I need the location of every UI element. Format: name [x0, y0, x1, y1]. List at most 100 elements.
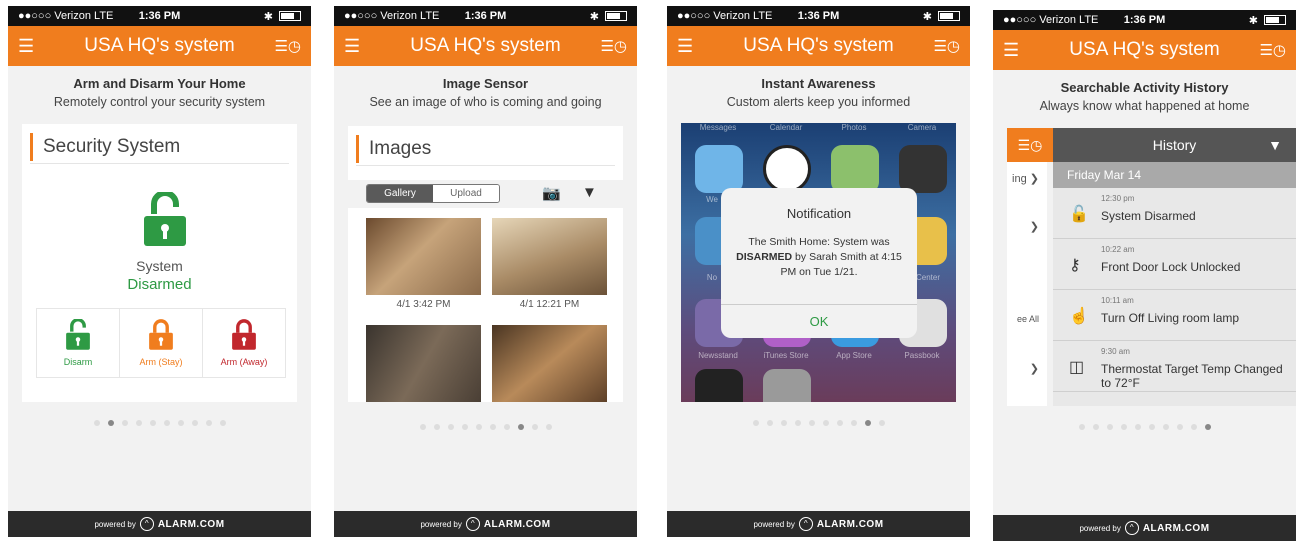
carrier-label: ●●○○○ Verizon LTE — [344, 10, 440, 22]
hand-icon: ☝ — [1069, 308, 1089, 325]
alerts-tab-icon[interactable]: ☰◷ — [1007, 128, 1053, 162]
page-dot[interactable] — [864, 420, 871, 426]
page-dot[interactable] — [1204, 424, 1211, 430]
alerts-icon[interactable]: ☰◷ — [600, 37, 627, 55]
phone-screen-notifications: ●●○○○ Verizon LTE 1:36 PM ✱ ☰ USA HQ's s… — [667, 6, 970, 537]
history-row[interactable]: ⚷ 10:22 am Front Door Lock Unlocked — [1053, 239, 1296, 290]
image-caption: 4/1 3:42 PM — [396, 299, 451, 310]
app-label: Photos — [841, 123, 867, 132]
brand-name: ALARM.COM — [1142, 522, 1210, 534]
arm-away-button[interactable]: Arm (Away) — [203, 309, 285, 377]
app-header: ☰ USA HQ's system ☰◷ — [993, 30, 1296, 70]
accent-bar — [356, 134, 359, 163]
page-dot[interactable] — [822, 420, 829, 426]
page-dot[interactable] — [1106, 424, 1113, 430]
ok-button[interactable]: OK — [721, 304, 917, 338]
menu-icon[interactable]: ☰ — [1003, 41, 1019, 59]
page-dot[interactable] — [531, 424, 538, 430]
page-dot[interactable] — [503, 424, 510, 430]
system-label: System — [136, 258, 183, 274]
alerts-icon[interactable]: ☰◷ — [1259, 41, 1286, 59]
page-dot[interactable] — [447, 424, 454, 430]
background-list: ing ❯ ❯ ee All ❯ — [1007, 162, 1047, 406]
brand-name: ALARM.COM — [816, 518, 884, 530]
page-dot[interactable] — [419, 424, 426, 430]
alerts-icon[interactable]: ☰◷ — [274, 37, 301, 55]
filter-icon[interactable]: ▼ — [582, 184, 597, 201]
page-dot[interactable] — [545, 424, 552, 430]
page-dot[interactable] — [433, 424, 440, 430]
page-dot[interactable] — [219, 420, 226, 426]
page-dot[interactable] — [177, 420, 184, 426]
alerts-icon[interactable]: ☰◷ — [933, 37, 960, 55]
app-label: Calendar — [769, 123, 803, 132]
page-dot[interactable] — [1176, 424, 1183, 430]
see-all-link[interactable]: ee All — [1007, 314, 1047, 324]
page-dots[interactable] — [667, 420, 970, 426]
battery-icon — [605, 11, 627, 21]
lock-icon — [149, 319, 173, 350]
page-dots[interactable] — [334, 424, 637, 430]
page-dot[interactable] — [205, 420, 212, 426]
camera-icon[interactable]: 📷 — [542, 184, 561, 202]
page-dot[interactable] — [107, 420, 114, 426]
page-dot[interactable] — [836, 420, 843, 426]
page-dot[interactable] — [780, 420, 787, 426]
page-dot[interactable] — [1148, 424, 1155, 430]
tab-upload[interactable]: Upload — [433, 185, 499, 202]
menu-icon[interactable]: ☰ — [344, 37, 360, 55]
page-dot[interactable] — [149, 420, 156, 426]
page-dot[interactable] — [475, 424, 482, 430]
history-row[interactable]: ☝ 10:11 am Turn Off Living room lamp — [1053, 290, 1296, 341]
side-list-item[interactable]: ing ❯ — [1007, 172, 1047, 185]
page-dot[interactable] — [808, 420, 815, 426]
page-dot[interactable] — [121, 420, 128, 426]
page-dot[interactable] — [878, 420, 885, 426]
page-dot[interactable] — [1120, 424, 1127, 430]
page-dot[interactable] — [461, 424, 468, 430]
card-title-text: Images — [369, 137, 432, 159]
page-dot[interactable] — [191, 420, 198, 426]
card-title: Security System — [30, 124, 289, 164]
arm-away-label: Arm (Away) — [220, 357, 268, 367]
unlock-icon — [144, 192, 186, 246]
menu-icon[interactable]: ☰ — [18, 37, 34, 55]
page-dot[interactable] — [1078, 424, 1085, 430]
footer: powered by ^ ALARM.COM — [993, 515, 1296, 541]
image-thumbnail[interactable] — [366, 325, 481, 402]
page-dot[interactable] — [1162, 424, 1169, 430]
page-dots[interactable] — [993, 424, 1296, 430]
notification-body: The Smith Home: System was DISARMED by S… — [721, 235, 917, 280]
image-thumbnail[interactable] — [492, 325, 607, 402]
powered-by: powered by — [420, 519, 462, 529]
side-list-item[interactable]: ❯ — [1007, 220, 1047, 233]
page-dot[interactable] — [1092, 424, 1099, 430]
page-dot[interactable] — [766, 420, 773, 426]
page-dot[interactable] — [135, 420, 142, 426]
page-dot[interactable] — [794, 420, 801, 426]
app-label: Newsstand — [698, 351, 738, 360]
history-row[interactable]: 🔓 12:30 pm System Disarmed — [1053, 188, 1296, 239]
menu-icon[interactable]: ☰ — [677, 37, 693, 55]
tab-gallery[interactable]: Gallery — [367, 185, 433, 202]
page-dot[interactable] — [93, 420, 100, 426]
status-bar: ●●○○○ Verizon LTE 1:36 PM ✱ — [8, 6, 311, 26]
page-dot[interactable] — [163, 420, 170, 426]
page-dots[interactable] — [8, 420, 311, 426]
page-dot[interactable] — [517, 424, 524, 430]
page-dot[interactable] — [1134, 424, 1141, 430]
image-thumbnail[interactable] — [366, 218, 481, 295]
alarm-logo-icon: ^ — [139, 517, 154, 531]
page-dot[interactable] — [850, 420, 857, 426]
filter-icon[interactable]: ▼ — [1268, 137, 1282, 153]
page-dot[interactable] — [1190, 424, 1197, 430]
status-bar: ●●○○○ Verizon LTE 1:36 PM ✱ — [667, 6, 970, 26]
disarm-button[interactable]: Disarm — [37, 309, 120, 377]
history-row[interactable]: ◫ 9:30 am Thermostat Target Temp Changed… — [1053, 341, 1296, 392]
page-dot[interactable] — [489, 424, 496, 430]
arm-stay-button[interactable]: Arm (Stay) — [120, 309, 203, 377]
arm-stay-label: Arm (Stay) — [139, 357, 183, 367]
image-thumbnail[interactable] — [492, 218, 607, 295]
side-list-item[interactable]: ❯ — [1007, 362, 1047, 375]
page-dot[interactable] — [752, 420, 759, 426]
